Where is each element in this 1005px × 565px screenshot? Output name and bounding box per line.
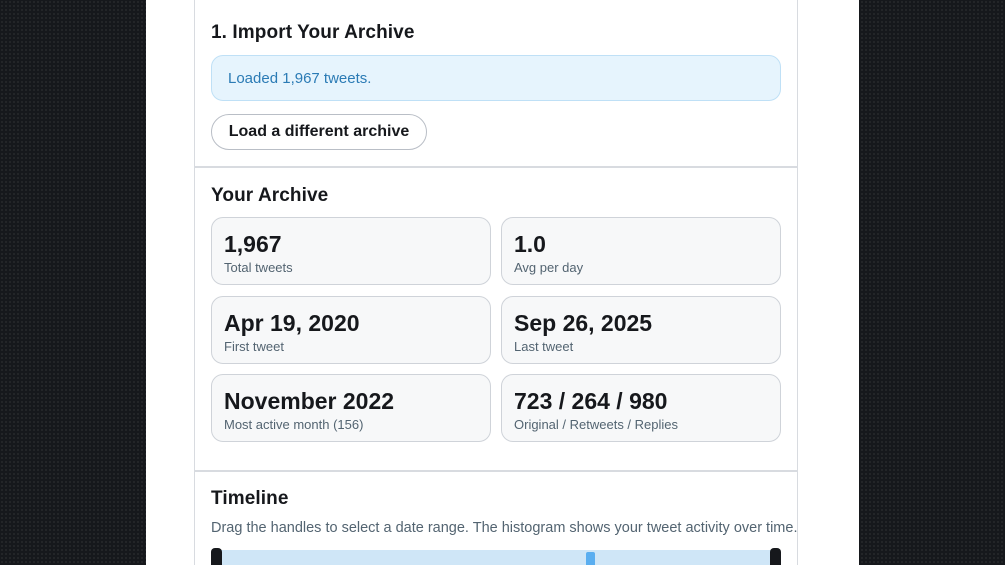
range-end-handle[interactable] [770, 548, 781, 565]
stat-card-most-active-month: November 2022 Most active month (156) [211, 374, 491, 442]
stat-card-avg-per-day: 1.0 Avg per day [501, 217, 781, 285]
archive-heading: Your Archive [211, 185, 329, 206]
stat-label: Last tweet [514, 339, 574, 354]
stat-card-tweet-breakdown: 723 / 264 / 980 Original / Retweets / Re… [501, 374, 781, 442]
timeline-heading: Timeline [211, 488, 289, 509]
range-start-handle[interactable] [211, 548, 222, 565]
timeline-section: Timeline Drag the handles to select a da… [194, 471, 798, 565]
stat-value: November 2022 [224, 388, 395, 414]
stat-label: Total tweets [224, 260, 293, 275]
archive-section: Your Archive 1,967 Total tweets 1.0 Avg … [194, 167, 798, 471]
stat-card-last-tweet: Sep 26, 2025 Last tweet [501, 296, 781, 364]
stat-card-first-tweet: Apr 19, 2020 First tweet [211, 296, 491, 364]
stat-label: Original / Retweets / Replies [514, 417, 679, 432]
histogram-track [217, 550, 775, 565]
stat-value: 723 / 264 / 980 [514, 388, 668, 414]
main-content: 1. Import Your Archive Loaded 1,967 twee… [146, 0, 859, 565]
stat-value: Apr 19, 2020 [224, 310, 360, 336]
histogram-bar [586, 552, 595, 565]
stat-label: First tweet [224, 339, 284, 354]
stat-value: 1,967 [224, 231, 282, 257]
stat-value: 1.0 [514, 231, 546, 257]
load-different-archive-button[interactable]: Load a different archive [211, 114, 427, 150]
stat-label: Avg per day [514, 260, 584, 275]
stat-value: Sep 26, 2025 [514, 310, 653, 336]
status-message: Loaded 1,967 tweets. [211, 55, 781, 101]
stat-card-total-tweets: 1,967 Total tweets [211, 217, 491, 285]
import-section: 1. Import Your Archive Loaded 1,967 twee… [194, 0, 798, 167]
stat-label: Most active month (156) [224, 417, 364, 432]
timeline-description: Drag the handles to select a date range.… [211, 520, 798, 536]
date-range-slider[interactable] [211, 548, 781, 565]
import-heading: 1. Import Your Archive [211, 22, 415, 43]
